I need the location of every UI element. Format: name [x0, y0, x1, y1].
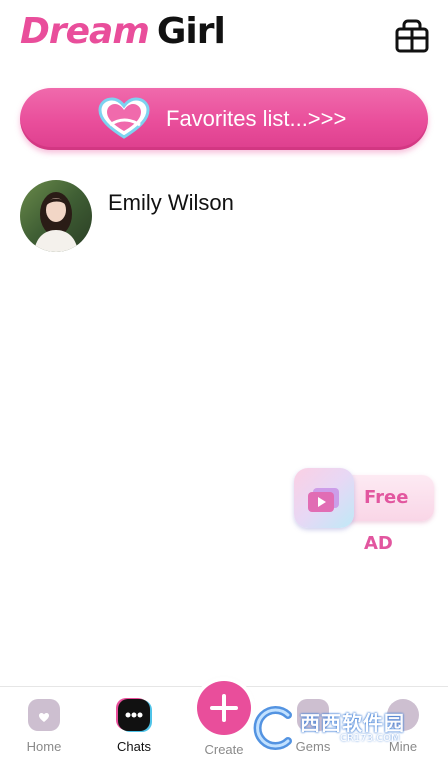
logo-word-dream: Dream: [20, 11, 150, 52]
avatar: [20, 180, 92, 252]
app-logo: Dream Girl: [20, 8, 226, 56]
free-ad-button[interactable]: Free AD: [294, 468, 436, 554]
nav-create[interactable]: [197, 681, 251, 735]
plus-icon: [210, 694, 238, 722]
home-icon: [28, 699, 60, 731]
contact-name: Emily Wilson: [108, 190, 234, 215]
watermark-logo: 西西软件园 CR173.COM: [248, 703, 428, 753]
logo-word-girl: Girl: [156, 11, 226, 52]
video-play-icon: [294, 468, 354, 528]
watermark-brand: 西西软件园: [300, 711, 405, 735]
watermark-site: CR173.COM: [340, 733, 400, 744]
free-ad-label: Free AD: [364, 487, 409, 554]
favorites-list-label: Favorites list...>>>: [166, 106, 347, 131]
nav-chats-label: Chats: [117, 739, 151, 754]
nav-home[interactable]: Home: [4, 687, 84, 758]
app-header: Dream Girl: [0, 0, 448, 70]
chat-list-item[interactable]: Emily Wilson: [0, 170, 448, 260]
heart-icon: [98, 97, 150, 141]
nav-home-label: Home: [26, 739, 62, 754]
gift-box-icon[interactable]: [392, 16, 432, 56]
favorites-list-button[interactable]: Favorites list...>>>: [20, 88, 428, 150]
chat-bubble-icon: [118, 699, 150, 731]
nav-chats[interactable]: Chats: [94, 687, 174, 758]
